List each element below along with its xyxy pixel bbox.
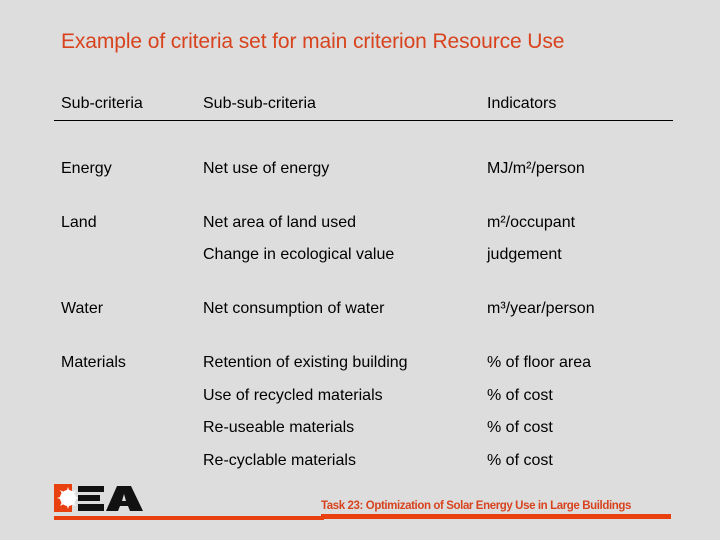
iea-logo — [54, 484, 143, 512]
cell-indicator: % of cost — [487, 387, 553, 404]
footer-underline-bar — [321, 514, 671, 519]
header-divider — [54, 120, 673, 121]
cell-sub-sub-criteria: Net use of energy — [203, 160, 330, 177]
cell-indicator: % of floor area — [487, 354, 592, 371]
cell-sub-criteria: Land — [61, 214, 97, 231]
footer-task-text: Task 23: Optimization of Solar Energy Us… — [321, 500, 631, 512]
cell-indicator: MJ/m²/person — [487, 160, 585, 177]
header-sub-criteria: Sub-criteria — [61, 95, 143, 112]
cell-sub-sub-criteria: Retention of existing building — [203, 354, 408, 371]
cell-sub-sub-criteria: Net consumption of water — [203, 300, 385, 317]
cell-indicator: m²/occupant — [487, 214, 576, 231]
header-indicators: Indicators — [487, 95, 557, 112]
cell-sub-sub-criteria: Change in ecological value — [203, 246, 395, 263]
header-sub-sub-criteria: Sub-sub-criteria — [203, 95, 316, 112]
cell-sub-criteria: Water — [61, 300, 104, 317]
cell-indicator: m³/year/person — [487, 300, 595, 317]
cell-sub-criteria: Energy — [61, 160, 112, 177]
cell-sub-sub-criteria: Use of recycled materials — [203, 387, 383, 404]
cell-sub-sub-criteria: Net area of land used — [203, 214, 356, 231]
cell-sub-criteria: Materials — [61, 354, 126, 371]
cell-indicator: % of cost — [487, 419, 553, 436]
cell-indicator: judgement — [487, 246, 562, 263]
logo-letter-e — [78, 486, 104, 511]
footer-left-bar — [54, 516, 324, 520]
cell-sub-sub-criteria: Re-cyclable materials — [203, 452, 356, 469]
cell-indicator: % of cost — [487, 452, 553, 469]
cell-sub-sub-criteria: Re-useable materials — [203, 419, 355, 436]
sun-icon — [57, 487, 79, 509]
slide-title: Example of criteria set for main criteri… — [61, 30, 565, 53]
